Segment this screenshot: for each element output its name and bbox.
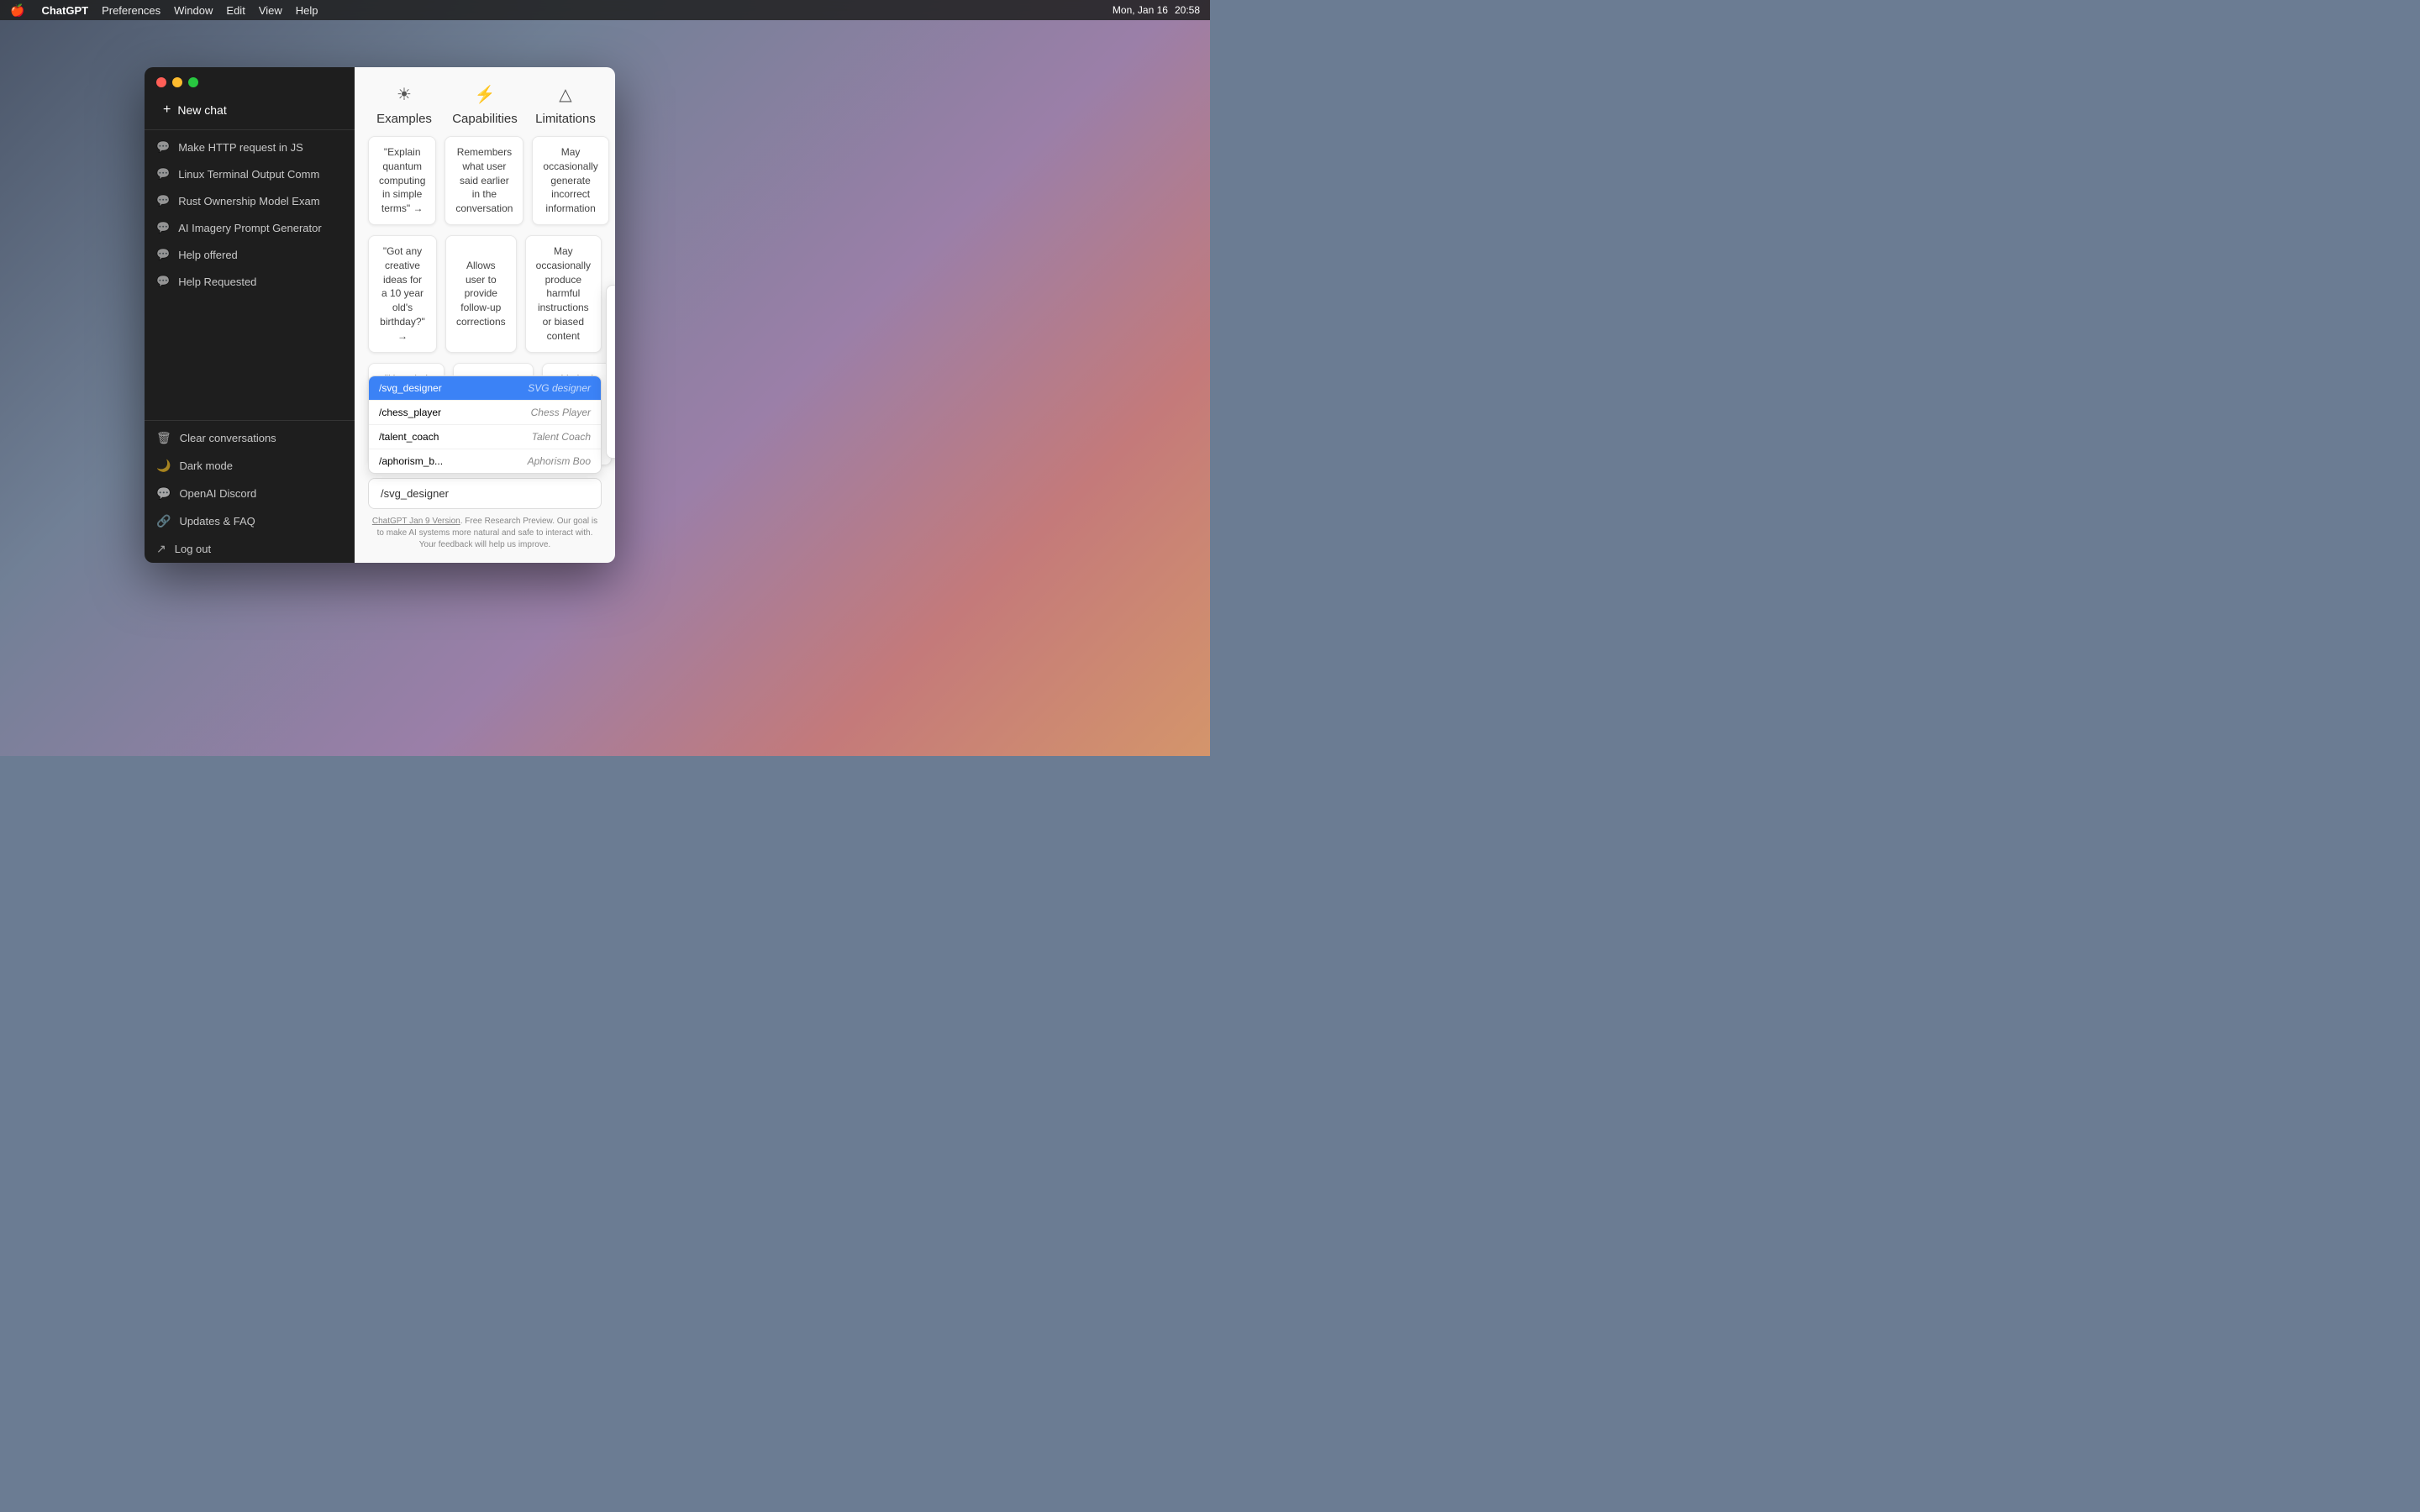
sidebar-item-text-0: Make HTTP request in JS [178,141,303,154]
maximize-button[interactable] [188,77,198,87]
lightning-icon: ⚡ [475,84,496,105]
logout-label: Log out [175,543,211,555]
window-controls [145,67,355,94]
logout-button[interactable]: ↗ Log out [145,535,355,563]
close-button[interactable] [156,77,166,87]
autocomplete-hint-3: Aphorism Boo [528,455,591,467]
menubar: 🍎 ChatGPT Preferences Window Edit View H… [0,0,1210,20]
chat-icon-4: 💬 [156,248,170,261]
sidebar-item-text-3: AI Imagery Prompt Generator [178,222,322,234]
limitations-header: △ Limitations [529,84,602,126]
autocomplete-command-0: /svg_designer [379,382,442,394]
sidebar-item-help-requested[interactable]: 💬 Help Requested [145,268,355,295]
menubar-help[interactable]: Help [296,4,318,17]
sidebar-item-text-5: Help Requested [178,276,256,288]
moon-icon: 🌙 [156,459,171,473]
discord-button[interactable]: 💬 OpenAI Discord [145,480,355,507]
sun-icon: ☀ [397,84,412,105]
capability-card-0: Remembers what user said earlier in the … [445,136,523,225]
sidebar-item-text-1: Linux Terminal Output Comm [178,168,319,181]
chat-icon-5: 💬 [156,275,170,288]
autocomplete-item-1[interactable]: /chess_player Chess Player [369,401,601,425]
autocomplete-hint-0: SVG designer [528,382,591,394]
autocomplete-hint-1: Chess Player [531,407,591,418]
chat-icon-0: 💬 [156,140,170,154]
autocomplete-command-3: /aphorism_b... [379,455,443,467]
capability-card-1: Allows user to provide follow-up correct… [445,235,517,353]
main-content: ☀ Examples ⚡ Capabilities △ Limitations … [355,67,615,563]
autocomplete-item-2[interactable]: /talent_coach Talent Coach [369,425,601,449]
clear-conversations-button[interactable]: 🗑 Clear conversations [145,424,355,452]
panels-row-1: "Explain quantum computing in simple ter… [368,136,602,225]
menubar-app[interactable]: ChatGPT [41,4,88,17]
autocomplete-command-2: /talent_coach [379,431,439,443]
warning-icon: △ [559,84,571,105]
chat-icon-3: 💬 [156,221,170,234]
chat-input[interactable] [368,478,602,509]
menubar-right: Mon, Jan 16 20:58 [1113,4,1200,16]
examples-header: ☀ Examples [368,84,440,126]
autocomplete-dropdown: /svg_designer SVG designer /chess_player… [368,375,602,474]
sidebar-item-ai-imagery[interactable]: 💬 AI Imagery Prompt Generator [145,214,355,241]
limitation-card-1: May occasionally produce harmful instruc… [525,235,602,353]
autocomplete-item-3[interactable]: /aphorism_b... Aphorism Boo [369,449,601,473]
sidebar-item-text-4: Help offered [178,249,238,261]
panels-headers-row: ☀ Examples ⚡ Capabilities △ Limitations [368,84,602,126]
updates-faq-label: Updates & FAQ [179,515,255,528]
example-card-1[interactable]: "Got any creative ideas for a 10 year ol… [368,235,437,353]
sidebar-item-help-offered[interactable]: 💬 Help offered [145,241,355,268]
menubar-window[interactable]: Window [174,4,213,17]
sidebar: + New chat 💬 Make HTTP request in JS 💬 L… [145,67,355,563]
sidebar-bottom: 🗑 Clear conversations 🌙 Dark mode 💬 Open… [145,420,355,563]
discord-label: OpenAI Discord [179,487,256,500]
sidebar-item-linux[interactable]: 💬 Linux Terminal Output Comm [145,160,355,187]
chat-icon-2: 💬 [156,194,170,207]
minimize-button[interactable] [172,77,182,87]
dark-mode-label: Dark mode [179,459,233,472]
menubar-time: 20:58 [1175,4,1200,16]
sidebar-item-rust[interactable]: 💬 Rust Ownership Model Exam [145,187,355,214]
panels-row-2: "Got any creative ideas for a 10 year ol… [368,235,602,353]
input-wrapper: /svg_designer SVG designer /chess_player… [368,478,602,509]
autocomplete-command-1: /chess_player [379,407,441,418]
capabilities-title: Capabilities [452,112,518,126]
updates-faq-button[interactable]: 🔗 Updates & FAQ [145,507,355,535]
apple-icon: 🍎 [10,3,24,18]
autocomplete-hint-2: Talent Coach [532,431,591,443]
limitations-title: Limitations [535,112,596,126]
chat-icon-1: 💬 [156,167,170,181]
new-chat-label: New chat [177,103,226,117]
footer-link[interactable]: ChatGPT Jan 9 Version [372,517,460,526]
tooltip-popup: I would like you to act as an SVG design… [606,285,615,459]
discord-icon: 💬 [156,486,171,501]
input-area: /svg_designer SVG designer /chess_player… [355,471,615,563]
clear-conversations-label: Clear conversations [180,432,276,444]
sidebar-item-http[interactable]: 💬 Make HTTP request in JS [145,134,355,160]
dark-mode-button[interactable]: 🌙 Dark mode [145,452,355,480]
examples-title: Examples [376,112,432,126]
sidebar-item-text-2: Rust Ownership Model Exam [178,195,319,207]
menubar-left: 🍎 ChatGPT Preferences Window Edit View H… [10,3,318,18]
trash-icon: 🗑 [156,431,171,445]
capabilities-header: ⚡ Capabilities [449,84,521,126]
menubar-preferences[interactable]: Preferences [102,4,160,17]
example-card-0[interactable]: "Explain quantum computing in simple ter… [368,136,436,225]
link-icon: 🔗 [156,514,171,528]
main-window: + New chat 💬 Make HTTP request in JS 💬 L… [145,67,615,563]
autocomplete-item-0[interactable]: /svg_designer SVG designer [369,376,601,401]
new-chat-button[interactable]: + New chat [151,96,348,124]
sidebar-divider [145,129,355,130]
logout-icon: ↗ [156,542,166,556]
limitation-card-0: May occasionally generate incorrect info… [532,136,608,225]
footer-text: ChatGPT Jan 9 Version. Free Research Pre… [368,516,602,551]
plus-icon: + [163,102,171,118]
menubar-view[interactable]: View [259,4,282,17]
menubar-edit[interactable]: Edit [226,4,245,17]
menubar-date: Mon, Jan 16 [1113,4,1168,16]
